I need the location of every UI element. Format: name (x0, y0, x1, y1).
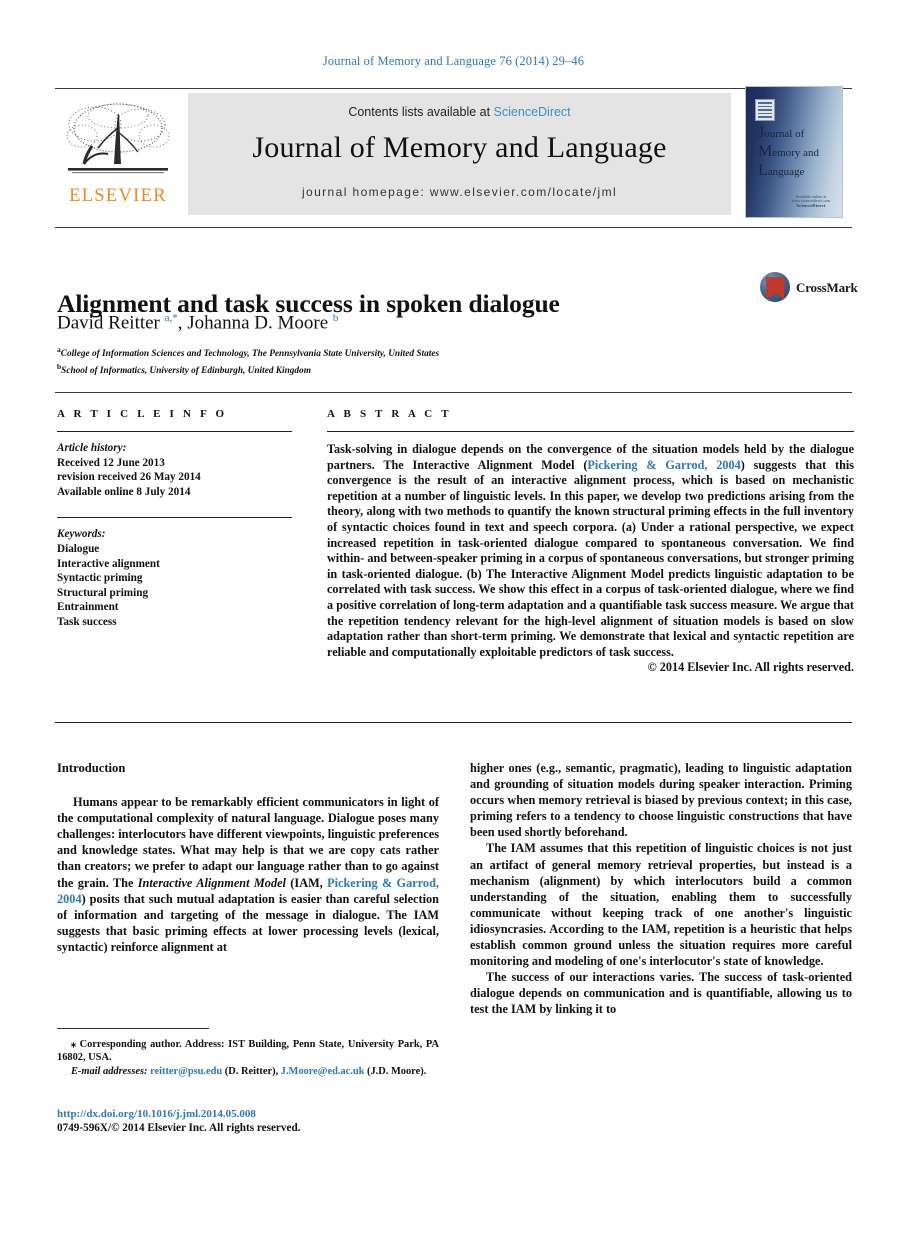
cover-line3-cap: L (758, 162, 768, 179)
history-line-1: revision received 26 May 2014 (57, 471, 201, 484)
article-info-column: A R T I C L E I N F O Article history: R… (57, 408, 292, 630)
email-link-1[interactable]: reitter@psu.edu (150, 1066, 222, 1077)
keywords-block: Keywords: Dialogue Interactive alignment… (57, 527, 292, 629)
intro-p1-italic: Interactive Alignment Model (137, 875, 286, 890)
abstract-column: A B S T R A C T Task-solving in dialogue… (327, 408, 854, 675)
keyword-0: Dialogue (57, 542, 100, 555)
journal-homepage-link[interactable]: journal homepage: www.elsevier.com/locat… (188, 185, 731, 199)
author-list: David Reitter a,*, Johanna D. Moore b (57, 312, 339, 334)
abstract-citation-link[interactable]: Pickering & Garrod, 2004 (587, 458, 740, 472)
cover-footer-line2: ScienceDirect (796, 203, 826, 208)
cover-line2-rest: emory and (772, 147, 819, 159)
body-column-left: Introduction Humans appear to be remarka… (57, 760, 439, 955)
footnote-rule (57, 1028, 209, 1029)
affiliation-b-text: School of Informatics, University of Edi… (61, 365, 311, 376)
doi-link[interactable]: http://dx.doi.org/10.1016/j.jml.2014.05.… (57, 1108, 477, 1120)
affiliation-b: bSchool of Informatics, University of Ed… (57, 361, 311, 376)
paper-page: Journal of Memory and Language 76 (2014)… (0, 0, 907, 1238)
article-history-label: Article history: (57, 442, 127, 454)
masthead-bottom-rule (55, 227, 852, 228)
cover-line3-rest: anguage (767, 166, 805, 178)
abstract-copyright: © 2014 Elsevier Inc. All rights reserved… (647, 660, 854, 675)
affiliations: aCollege of Information Sciences and Tec… (57, 344, 757, 377)
email-owner-1: (D. Reitter), (222, 1065, 281, 1077)
body-top-rule (55, 722, 852, 723)
masthead-top-rule (55, 88, 852, 89)
keywords-label: Keywords: (57, 528, 106, 541)
cover-title-text: Journal of Memory and Language (758, 124, 836, 181)
crossmark-icon (760, 272, 790, 302)
article-info-heading: A R T I C L E I N F O (57, 408, 228, 420)
cover-footer: Available online at www.sciencedirect.co… (786, 195, 836, 208)
affiliation-a: aCollege of Information Sciences and Tec… (57, 345, 440, 360)
elsevier-tree-icon (66, 103, 170, 174)
body-right-paragraph-2: The IAM assumes that this repetition of … (470, 841, 852, 969)
elsevier-emblem-icon (755, 99, 775, 121)
elsevier-wordmark: ELSEVIER (69, 186, 167, 206)
affiliation-a-text: College of Information Sciences and Tech… (60, 349, 440, 360)
email-addresses-label: E-mail addresses: (71, 1065, 148, 1077)
email-note: E-mail addresses: reitter@psu.edu (D. Re… (57, 1065, 439, 1078)
contents-line: Contents lists available at ScienceDirec… (188, 105, 731, 119)
keyword-3: Structural priming (57, 586, 149, 599)
body-right-paragraph-3: The success of our interactions varies. … (470, 970, 852, 1017)
keyword-5: Task success (57, 615, 117, 628)
cover-line1-rest: ournal of (764, 128, 805, 140)
intro-paragraph-1: Humans appear to be remarkably efficient… (57, 794, 439, 955)
info-top-rule (55, 392, 852, 393)
article-history-block: Article history: Received 12 June 2013 r… (57, 441, 292, 499)
cover-line2-cap: M (758, 143, 773, 160)
issn-copyright-line: 0749-596X/© 2014 Elsevier Inc. All right… (57, 1122, 301, 1134)
corresponding-author-text: Corresponding author. Address: IST Build… (57, 1039, 439, 1064)
introduction-heading: Introduction (57, 761, 126, 775)
keyword-4: Entrainment (57, 601, 119, 614)
article-info-rule (57, 431, 292, 432)
journal-cover-thumbnail: Journal of Memory and Language Available… (745, 86, 843, 218)
sciencedirect-link[interactable]: ScienceDirect (494, 105, 571, 119)
keyword-1: Interactive alignment (57, 557, 160, 570)
crossmark-badge[interactable]: CrossMark (760, 272, 858, 302)
cover-footer-line1: Available online at www.sciencedirect.co… (791, 195, 831, 203)
abstract-rule (327, 431, 854, 432)
footnote-block: ⁎ Corresponding author. Address: IST Bui… (57, 1038, 439, 1078)
intro-p1-c: ) posits that such mutual adaptation is … (57, 891, 439, 954)
corresponding-author-note: ⁎ Corresponding author. Address: IST Bui… (57, 1038, 439, 1065)
journal-masthead: Contents lists available at ScienceDirec… (188, 93, 731, 215)
body-right-paragraph-1: higher ones (e.g., semantic, pragmatic),… (470, 761, 852, 840)
abstract-part2: ) suggests that this convergence is the … (327, 457, 854, 659)
contents-prefix: Contents lists available at (348, 105, 494, 119)
crossmark-label: CrossMark (796, 280, 858, 295)
abstract-text: Task-solving in dialogue depends on the … (327, 442, 854, 660)
email-owner-2: (J.D. Moore). (364, 1065, 427, 1077)
history-line-2: Available online 8 July 2014 (57, 485, 191, 498)
elsevier-logo: ELSEVIER (62, 98, 174, 210)
email-link-2[interactable]: J.Moore@ed.ac.uk (281, 1066, 365, 1077)
history-line-0: Received 12 June 2013 (57, 456, 165, 469)
keyword-2: Syntactic priming (57, 572, 143, 585)
asterisk-icon: ⁎ (71, 1039, 80, 1050)
keywords-rule (57, 517, 292, 519)
running-head: Journal of Memory and Language 76 (2014)… (322, 54, 585, 68)
journal-title: Journal of Memory and Language (252, 131, 667, 164)
intro-p1-b: (IAM, (285, 875, 328, 890)
abstract-heading: A B S T R A C T (327, 408, 452, 420)
body-column-right: higher ones (e.g., semantic, pragmatic),… (470, 760, 852, 1018)
